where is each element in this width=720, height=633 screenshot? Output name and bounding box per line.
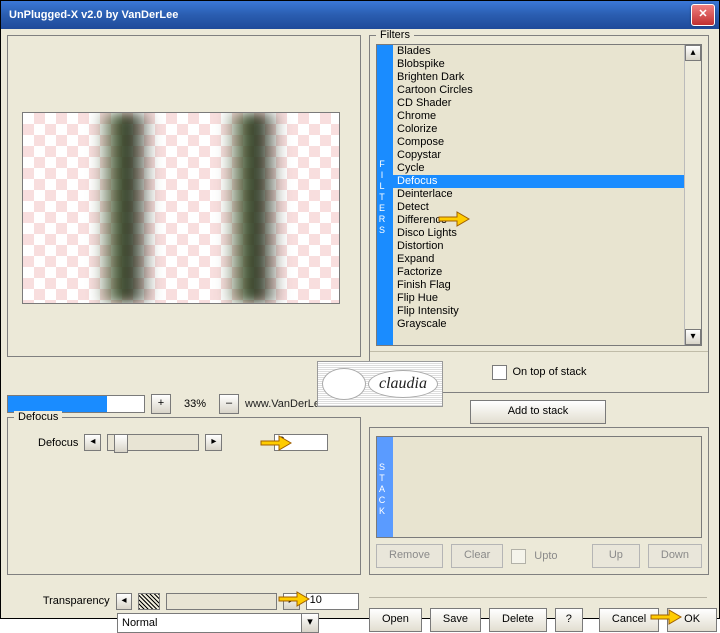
zoom-percent: 33% [177,398,213,410]
transparency-swatch [138,593,160,610]
defocus-dec-button[interactable]: ◂ [84,434,101,451]
preview-image[interactable] [22,112,340,304]
stack-group: STACK Remove Clear Upto Up Down [369,427,709,575]
filter-item[interactable]: Colorize [393,123,684,136]
chevron-down-icon: ▾ [301,614,318,632]
filter-item[interactable]: Factorize [393,266,684,279]
transparency-label: Transparency [7,595,110,607]
upto-label: Upto [534,550,557,562]
transparency-row: Transparency ◂ ▸ 10 [7,591,359,611]
app-window: UnPlugged-X v2.0 by VanDerLee ✕ + 33% – … [0,0,720,619]
stack-listbox[interactable]: STACK [376,436,702,538]
transparency-dec-button[interactable]: ◂ [116,593,133,610]
filter-item[interactable]: Compose [393,136,684,149]
filter-item[interactable]: Detect [393,201,684,214]
filter-item[interactable]: Copystar [393,149,684,162]
filter-item[interactable]: Chrome [393,110,684,123]
transparency-checker [23,113,339,303]
filters-scrollbar[interactable]: ▴ ▾ [684,45,701,345]
save-button[interactable]: Save [430,608,481,632]
down-button[interactable]: Down [648,544,702,568]
ok-button[interactable]: OK [667,608,717,632]
filter-item[interactable]: Blobspike [393,58,684,71]
defocus-label: Defocus [38,437,78,449]
filter-item[interactable]: Blades [393,45,684,58]
blend-row: Normal ▾ [7,613,359,633]
client-area: + 33% – www.VanDerLee.com Defocus Defocu… [1,29,719,618]
up-button[interactable]: Up [592,544,640,568]
filters-group-title: Filters [376,29,414,41]
preview-panel [7,35,361,357]
filter-item[interactable]: Flip Intensity [393,305,684,318]
close-button[interactable]: ✕ [691,4,715,26]
filter-item[interactable]: Deinterlace [393,188,684,201]
filters-side-label: FILTERS [377,45,393,345]
window-title: UnPlugged-X v2.0 by VanDerLee [9,9,691,21]
titlebar: UnPlugged-X v2.0 by VanDerLee ✕ [1,1,719,30]
filter-item[interactable]: Distortion [393,240,684,253]
filter-item[interactable]: Defocus [393,175,684,188]
upto-checkbox[interactable] [511,549,526,564]
filter-item[interactable]: Brighten Dark [393,71,684,84]
dialog-buttons: Open Save Delete ? Cancel OK [369,607,707,633]
zoom-in-button[interactable]: + [151,394,171,414]
filter-item[interactable]: Cartoon Circles [393,84,684,97]
help-button[interactable]: ? [555,608,583,632]
defocus-inc-button[interactable]: ▸ [205,434,222,451]
remove-button[interactable]: Remove [376,544,443,568]
filters-listbox[interactable]: FILTERS BladesBlobspikeBrighten DarkCart… [376,44,702,346]
preview-stripe [223,113,283,303]
blend-mode-combo[interactable]: Normal ▾ [117,613,319,633]
defocus-group-title: Defocus [14,411,62,423]
scroll-up-button[interactable]: ▴ [685,45,701,61]
filter-item[interactable]: Grayscale [393,318,684,331]
defocus-slider[interactable] [107,434,199,451]
filter-item[interactable]: Difference [393,214,684,227]
on-top-checkbox[interactable] [492,365,507,380]
filter-item[interactable]: Expand [393,253,684,266]
globe-icon [322,368,366,400]
watermark-logo: claudia [317,361,443,407]
transparency-inc-button[interactable]: ▸ [283,593,300,610]
transparency-slider[interactable] [166,593,277,610]
filter-item[interactable]: Cycle [393,162,684,175]
clear-button[interactable]: Clear [451,544,503,568]
delete-button[interactable]: Delete [489,608,547,632]
watermark-text: claudia [368,370,438,398]
filter-item[interactable]: Finish Flag [393,279,684,292]
on-top-label: On top of stack [513,366,587,378]
preview-stripe [95,113,155,303]
zoom-out-button[interactable]: – [219,394,239,414]
scroll-down-button[interactable]: ▾ [685,329,701,345]
filter-item[interactable]: Flip Hue [393,292,684,305]
add-to-stack-button[interactable]: Add to stack [470,400,606,424]
filter-item[interactable]: CD Shader [393,97,684,110]
defocus-value-input[interactable]: 8 [274,434,328,451]
filters-group: Filters FILTERS BladesBlobspikeBrighten … [369,35,709,393]
stack-side-label: STACK [377,437,393,537]
cancel-button[interactable]: Cancel [599,608,659,632]
filter-item[interactable]: Disco Lights [393,227,684,240]
transparency-value-input[interactable]: 10 [306,593,359,610]
open-button[interactable]: Open [369,608,422,632]
stack-buttons: Remove Clear Upto Up Down [376,544,702,568]
defocus-group: Defocus Defocus ◂ ▸ 8 [7,417,361,575]
